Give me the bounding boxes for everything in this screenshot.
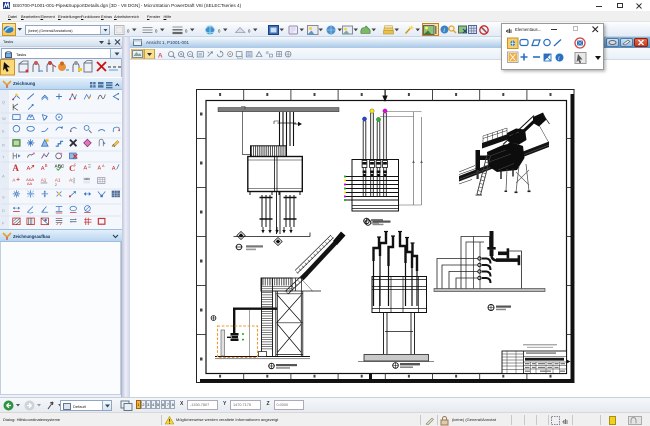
svg-text:A: A <box>27 166 31 172</box>
svg-text:A: A <box>12 178 15 183</box>
svg-text:A: A <box>112 166 116 172</box>
svg-text:ABC: ABC <box>84 177 90 181</box>
svg-text:0: 0 <box>185 28 188 33</box>
svg-text:c: c <box>74 162 76 167</box>
svg-text:A: A <box>2 174 5 179</box>
svg-text:Q: Q <box>2 100 5 105</box>
svg-text:A: A <box>12 163 19 173</box>
svg-text:A:: A: <box>69 178 73 183</box>
svg-text:AA: AA <box>27 181 33 186</box>
svg-text:0: 0 <box>127 28 130 33</box>
svg-text:W: W <box>2 116 6 121</box>
svg-text:A: A <box>83 165 87 171</box>
svg-text:0: 0 <box>218 28 221 33</box>
svg-text:S: S <box>2 195 5 200</box>
svg-text:A: A <box>158 52 163 59</box>
svg-text:A: A <box>98 165 102 171</box>
svg-text:2: 2 <box>55 183 57 187</box>
svg-text:B: B <box>45 163 48 168</box>
svg-text:0: 0 <box>248 28 251 33</box>
svg-text:E: E <box>2 129 5 134</box>
svg-text:R: R <box>2 143 5 148</box>
svg-text:D: D <box>2 208 5 213</box>
svg-text:0: 0 <box>155 28 158 33</box>
svg-text:A1: A1 <box>41 178 47 183</box>
svg-text:A1: A1 <box>55 178 61 183</box>
